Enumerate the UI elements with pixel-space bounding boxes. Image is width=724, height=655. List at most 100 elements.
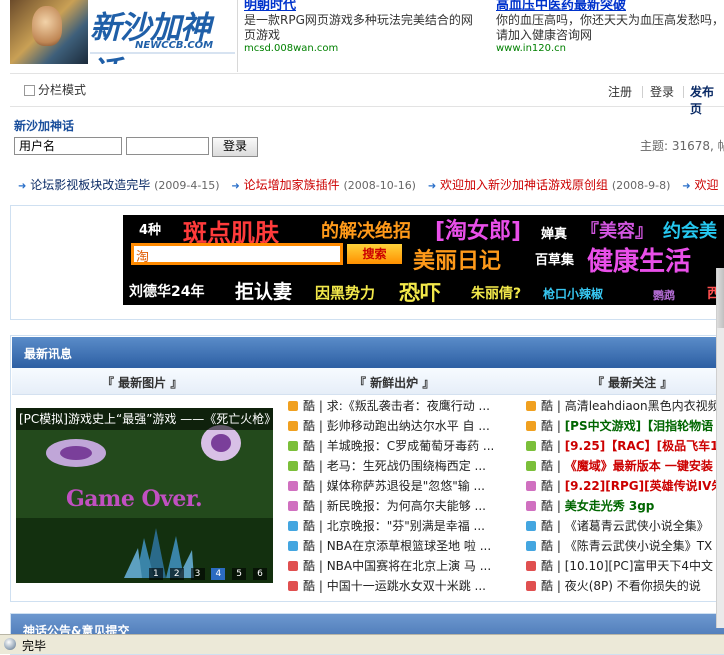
news-bullet-icon xyxy=(526,461,536,471)
scrollbar-thumb[interactable] xyxy=(717,268,724,328)
news-item[interactable]: 酷 | 《魔域》最新版本 一键安装 xyxy=(526,456,722,476)
banner-text[interactable]: 刘德华24年 xyxy=(129,281,204,301)
username-input[interactable]: 用户名 xyxy=(14,137,122,155)
ad-url[interactable]: mcsd.008wan.com xyxy=(244,43,484,54)
news-item[interactable]: 酷 | 媒体称萨苏退役是"忽悠"输 ... xyxy=(288,476,493,496)
slide-page-button[interactable]: 2 xyxy=(169,568,184,580)
news-title[interactable]: [9.22][RPG][英雄传说IV朱 xyxy=(565,479,722,493)
banner-search-button[interactable]: 搜索 xyxy=(347,244,402,264)
announcement-title[interactable]: 论坛影视板块改造完毕 xyxy=(30,178,150,192)
news-title[interactable]: 中国十一运跳水女双十米跳 ... xyxy=(327,579,486,593)
news-item[interactable]: 酷 | 北京晚报："芬"别满是幸福 ... xyxy=(288,516,493,536)
banner-text[interactable]: 的解决绝招 xyxy=(321,217,411,243)
banner-search-input[interactable]: 淘 xyxy=(131,243,343,265)
news-item[interactable]: 酷 | 老马：生死战仍围绕梅西定 ... xyxy=(288,456,493,476)
banner-text[interactable]: [淘女郎] xyxy=(435,215,521,245)
announcement-item[interactable]: ➜ 欢迎加入新沙加神话游戏原创组 (2008-9-8) xyxy=(428,176,671,193)
announcement-title[interactable]: 欢迎加入新沙加神话游戏原创组 xyxy=(440,178,608,192)
ad-title[interactable]: 明朝时代 xyxy=(244,0,484,13)
news-title[interactable]: 媒体称萨苏退役是"忽悠"输 ... xyxy=(327,479,485,493)
news-title[interactable]: 《陈青云武侠小说全集》TX xyxy=(565,539,713,553)
ad-block-1[interactable]: 明朝时代 是一款RPG网页游戏多种玩法完美结合的网页游戏 mcsd.008wan… xyxy=(244,0,484,54)
news-title[interactable]: 新民晚报：为何高尔夫能够 ... xyxy=(327,499,486,513)
news-item[interactable]: 酷 | 羊城晚报：C罗成葡萄牙毒药 ... xyxy=(288,436,493,456)
scrollbar[interactable] xyxy=(716,268,724,628)
news-title[interactable]: [9.25]【RAC】[极品飞车13 ... xyxy=(565,439,722,453)
login-button[interactable]: 登录 xyxy=(212,137,258,157)
announcement-title[interactable]: 论坛增加家族插件 xyxy=(244,178,340,192)
split-mode-label[interactable]: 分栏模式 xyxy=(38,81,86,98)
news-item[interactable]: 酷 | [PS中文游戏]【泪指轮物语 xyxy=(526,416,722,436)
ad-banner[interactable]: 4种 斑点肌肤 的解决绝招 [淘女郎] 婵真 『美容』 约会美 淘 搜索 美丽日… xyxy=(123,215,724,305)
news-title[interactable]: 老马：生死战仍围绕梅西定 ... xyxy=(327,459,486,473)
slide-page-button[interactable]: 1 xyxy=(148,568,163,580)
news-item[interactable]: 酷 | 美女走光秀 3gp xyxy=(526,496,722,516)
news-item[interactable]: 酷 | 《陈青云武侠小说全集》TX xyxy=(526,536,722,556)
news-title[interactable]: 北京晚报："芬"别满是幸福 ... xyxy=(327,519,485,533)
news-item[interactable]: 酷 | 彭帅移动跑出纳达尔水平 自 ... xyxy=(288,416,493,436)
announcement-item[interactable]: ➜ 论坛增加家族插件 (2008-10-16) xyxy=(231,176,416,193)
news-bullet-icon xyxy=(526,501,536,511)
ad-title[interactable]: 高血压中医药最新突破 xyxy=(496,0,724,13)
news-title[interactable]: 羊城晚报：C罗成葡萄牙毒药 ... xyxy=(327,439,493,453)
ad-url[interactable]: www.in120.cn xyxy=(496,43,724,54)
news-item[interactable]: 酷 | 中国十一运跳水女双十米跳 ... xyxy=(288,576,493,596)
news-bullet-icon xyxy=(526,581,536,591)
login-link[interactable]: 登录 xyxy=(650,83,674,100)
slide-page-button[interactable]: 3 xyxy=(190,568,205,580)
banner-text[interactable]: 恐吓 xyxy=(399,277,441,305)
ad-block-2[interactable]: 高血压中医药最新突破 你的血压高吗，你还天天为血压高发愁吗，请加入健康咨询网 w… xyxy=(496,0,724,54)
banner-text[interactable]: 百草集 xyxy=(535,249,574,268)
news-item[interactable]: 酷 | [9.25]【RAC】[极品飞车13 ... xyxy=(526,436,722,456)
news-item[interactable]: 酷 | NBA中国赛将在北京上演 马 ... xyxy=(288,556,493,576)
image-slideshow[interactable]: [PC模拟]游戏史上“最强”游戏 ——《死亡火枪》 Game Over. 1 2… xyxy=(16,408,273,583)
news-title[interactable]: 美女走光秀 3gp xyxy=(565,499,655,513)
slide-page-button[interactable]: 6 xyxy=(253,568,267,580)
post-link[interactable]: 发布页 xyxy=(690,83,724,117)
news-item[interactable]: 酷 | 高清leahdiaon黑色内衣视频 xyxy=(526,396,722,416)
page-status-icon xyxy=(4,638,16,650)
banner-text[interactable]: 美丽日记 xyxy=(413,243,501,275)
register-link[interactable]: 注册 xyxy=(608,83,632,100)
banner-text[interactable]: 枪口小辣椒 xyxy=(543,285,603,302)
slide-page-button[interactable]: 5 xyxy=(232,568,247,580)
slide-page-button-active[interactable]: 4 xyxy=(211,568,226,580)
news-item[interactable]: 酷 | 夜火(8P) 不看你损失的说 xyxy=(526,576,722,596)
news-title[interactable]: [10.10][PC]富甲天下4中文 ... xyxy=(565,559,722,573)
banner-text[interactable]: 拒认妻 xyxy=(235,277,292,304)
news-title[interactable]: NBA中国赛将在北京上演 马 ... xyxy=(327,559,492,573)
site-logo[interactable]: 新沙加神话 NEWCCB.COM xyxy=(10,0,235,64)
news-item[interactable]: 酷 | 求:《叛乱袭击者：夜鹰行动 ... xyxy=(288,396,493,416)
news-item[interactable]: 酷 | 《诸葛青云武侠小说全集》 xyxy=(526,516,722,536)
banner-text[interactable]: 健康生活 xyxy=(587,241,691,278)
news-title[interactable]: 《魔域》最新版本 一键安装 xyxy=(565,459,713,473)
news-item[interactable]: 酷 | [10.10][PC]富甲天下4中文 ... xyxy=(526,556,722,576)
banner-text[interactable]: 鹦鹉 xyxy=(653,287,675,303)
slideshow-caption[interactable]: [PC模拟]游戏史上“最强”游戏 ——《死亡火枪》 xyxy=(16,408,273,430)
banner-text[interactable]: 因黑势力 xyxy=(315,282,375,303)
banner-text[interactable]: 约会美 xyxy=(663,217,717,243)
banner-text[interactable]: 『美容』 xyxy=(581,217,653,243)
banner-text[interactable]: 4种 xyxy=(139,219,161,238)
announcement-item[interactable]: ➜ 欢迎 xyxy=(682,176,718,193)
banner-text[interactable]: 婵真 xyxy=(541,223,567,242)
news-title[interactable]: 求:《叛乱袭击者：夜鹰行动 ... xyxy=(327,399,490,413)
news-tag: 酷 | xyxy=(303,419,323,433)
news-title[interactable]: [PS中文游戏]【泪指轮物语 xyxy=(565,419,713,433)
forum-name[interactable]: 新沙加神话 xyxy=(14,117,74,134)
banner-text[interactable]: 朱丽倩? xyxy=(471,283,521,303)
split-mode-checkbox[interactable] xyxy=(24,85,35,96)
news-item[interactable]: 酷 | 新民晚报：为何高尔夫能够 ... xyxy=(288,496,493,516)
password-input[interactable] xyxy=(126,137,209,155)
news-title[interactable]: NBA在京添草根篮球圣地 啦 ... xyxy=(327,539,492,553)
news-title[interactable]: 夜火(8P) 不看你损失的说 xyxy=(565,579,701,593)
news-title[interactable]: 彭帅移动跑出纳达尔水平 自 ... xyxy=(327,419,490,433)
announcement-item[interactable]: ➜ 论坛影视板块改造完毕 (2009-4-15) xyxy=(18,176,220,193)
news-item[interactable]: 酷 | NBA在京添草根篮球圣地 啦 ... xyxy=(288,536,493,556)
col-title-fresh: 『 新鲜出炉 』 xyxy=(354,376,435,390)
announcement-title[interactable]: 欢迎 xyxy=(694,178,718,192)
news-title[interactable]: 《诸葛青云武侠小说全集》 xyxy=(565,519,709,533)
news-item[interactable]: 酷 | [9.22][RPG][英雄传说IV朱 xyxy=(526,476,722,496)
news-title[interactable]: 高清leahdiaon黑色内衣视频 xyxy=(565,399,720,413)
news-tag: 酷 | xyxy=(541,559,561,573)
